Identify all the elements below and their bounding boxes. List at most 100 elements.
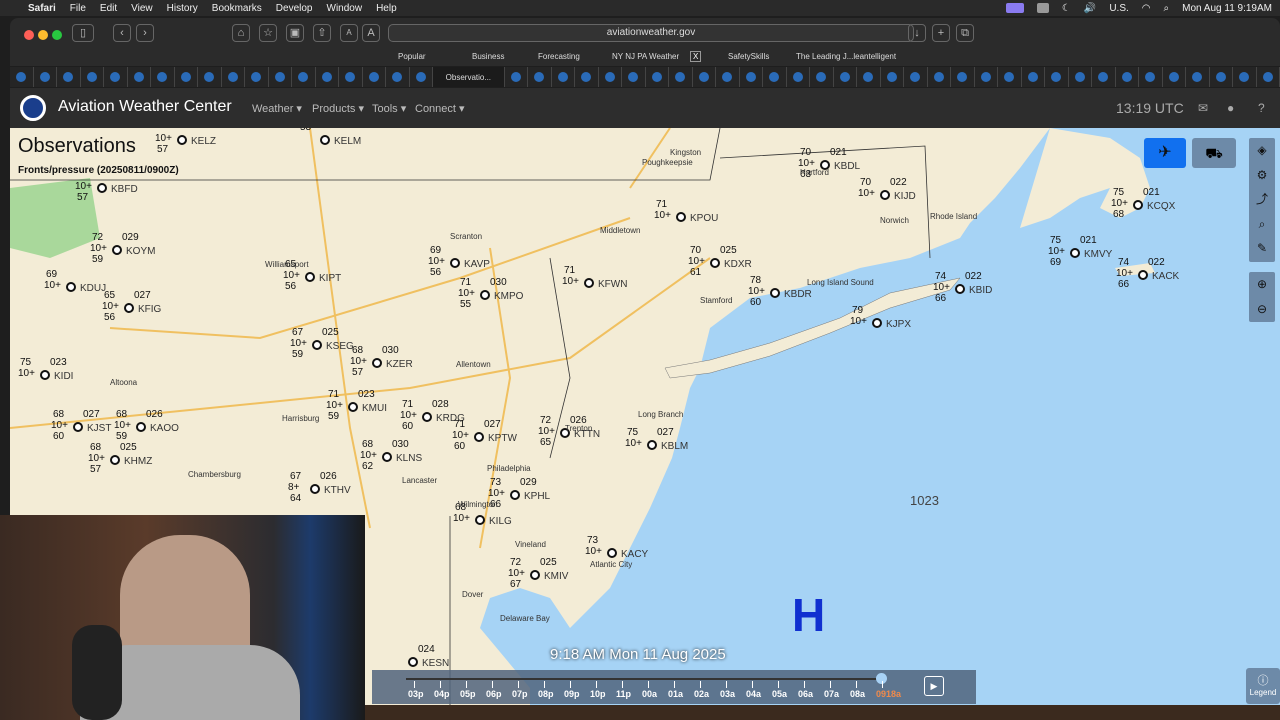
browser-tab[interactable] bbox=[1233, 67, 1257, 87]
browser-tab[interactable] bbox=[339, 67, 363, 87]
time-tick-label[interactable]: 01a bbox=[668, 681, 683, 699]
time-slider[interactable]: 03p 04p 05p 06p 07p 08p 09p 10p 11p 00a 01a 02a 03a 0… bbox=[372, 670, 976, 704]
print-icon[interactable]: ▣ bbox=[286, 24, 304, 42]
time-tick-label[interactable]: 05p bbox=[460, 681, 476, 699]
home-icon[interactable]: ⌂ bbox=[232, 24, 250, 42]
menubar-clock[interactable]: Mon Aug 11 9:19AM bbox=[1182, 3, 1272, 14]
user-icon[interactable]: ● bbox=[1227, 101, 1234, 115]
address-bar[interactable]: aviationweather.gov bbox=[388, 24, 914, 42]
menu-bookmarks[interactable]: Bookmarks bbox=[212, 3, 262, 14]
zoom-window-button[interactable] bbox=[52, 30, 62, 40]
browser-tab[interactable] bbox=[904, 67, 928, 87]
browser-tab[interactable] bbox=[222, 67, 245, 87]
browser-tab[interactable] bbox=[881, 67, 905, 87]
browser-tab[interactable] bbox=[787, 67, 811, 87]
time-tick-label[interactable]: 07p bbox=[512, 681, 528, 699]
browser-tab[interactable] bbox=[1069, 67, 1093, 87]
browser-tab[interactable] bbox=[622, 67, 646, 87]
bookmark-safetyskills[interactable]: SafetySkills bbox=[728, 52, 769, 61]
bookmark-folder-business[interactable]: Business bbox=[472, 52, 504, 61]
downloads-icon[interactable]: ↓ bbox=[908, 24, 926, 42]
browser-tab[interactable] bbox=[552, 67, 576, 87]
browser-tab[interactable] bbox=[34, 67, 57, 87]
time-tick-label[interactable]: 03p bbox=[408, 681, 424, 699]
menu-safari[interactable]: Safari bbox=[28, 3, 56, 14]
search-icon[interactable]: ⌕ bbox=[1164, 3, 1170, 14]
settings-gear-icon[interactable]: ⚙ bbox=[1249, 163, 1275, 188]
route-icon[interactable]: ⤴ bbox=[1249, 187, 1275, 212]
zoom-out-icon[interactable]: ⊖ bbox=[1249, 297, 1275, 322]
menu-file[interactable]: File bbox=[70, 3, 86, 14]
browser-tab[interactable] bbox=[1210, 67, 1234, 87]
menu-develop[interactable]: Develop bbox=[276, 3, 313, 14]
browser-tab[interactable] bbox=[1022, 67, 1046, 87]
nav-tools[interactable]: Tools ▾ bbox=[372, 102, 406, 115]
time-tick-label[interactable]: 11p bbox=[616, 681, 631, 699]
browser-tab[interactable] bbox=[857, 67, 881, 87]
time-tick-label[interactable]: 04a bbox=[746, 681, 761, 699]
time-tick-label[interactable]: 0918a bbox=[876, 681, 901, 699]
share-icon[interactable]: ⇧ bbox=[313, 24, 331, 42]
tab-overview-icon[interactable]: ⧉ bbox=[956, 24, 974, 42]
menu-history[interactable]: History bbox=[167, 3, 198, 14]
time-tick-label[interactable]: 10p bbox=[590, 681, 606, 699]
menu-edit[interactable]: Edit bbox=[100, 3, 117, 14]
app-status-icon[interactable] bbox=[1036, 3, 1049, 13]
bookmark-x-icon[interactable]: X bbox=[690, 51, 702, 62]
browser-tab[interactable] bbox=[1163, 67, 1187, 87]
browser-tab[interactable] bbox=[151, 67, 175, 87]
bookmark-leading[interactable]: The Leading J...leantelligent bbox=[796, 52, 896, 61]
browser-tab[interactable] bbox=[57, 67, 81, 87]
bookmark-folder-popular[interactable]: Popular bbox=[398, 52, 426, 61]
text-smaller-button[interactable]: A bbox=[340, 24, 358, 42]
browser-tab[interactable] bbox=[975, 67, 999, 87]
browser-tab[interactable] bbox=[10, 67, 34, 87]
back-button[interactable]: ‹ bbox=[113, 24, 131, 42]
browser-tab[interactable] bbox=[410, 67, 433, 87]
time-tick-label[interactable]: 07a bbox=[824, 681, 839, 699]
noaa-logo[interactable] bbox=[20, 95, 46, 121]
browser-tab[interactable] bbox=[528, 67, 552, 87]
time-tick-label[interactable]: 02a bbox=[694, 681, 709, 699]
legend-button[interactable]: ⓘ Legend bbox=[1246, 668, 1280, 704]
bookmark-nynjpa-weather[interactable]: NY NJ PA Weather bbox=[612, 52, 679, 61]
browser-tab[interactable] bbox=[245, 67, 269, 87]
menu-help[interactable]: Help bbox=[376, 3, 397, 14]
browser-tab[interactable] bbox=[363, 67, 386, 87]
browser-tab[interactable] bbox=[505, 67, 529, 87]
browser-tab[interactable] bbox=[575, 67, 599, 87]
screen-record-icon[interactable] bbox=[1005, 3, 1024, 13]
nav-products[interactable]: Products ▾ bbox=[312, 102, 364, 115]
browser-tab[interactable] bbox=[1139, 67, 1163, 87]
browser-tab[interactable] bbox=[810, 67, 834, 87]
help-icon[interactable]: ? bbox=[1258, 101, 1265, 115]
browser-tab[interactable] bbox=[740, 67, 764, 87]
time-tick-label[interactable]: 06p bbox=[486, 681, 502, 699]
nav-connect[interactable]: Connect ▾ bbox=[415, 102, 465, 115]
browser-tab[interactable] bbox=[693, 67, 717, 87]
moon-icon[interactable]: ☾ bbox=[1062, 3, 1071, 14]
browser-tab[interactable] bbox=[834, 67, 858, 87]
browser-tab[interactable] bbox=[951, 67, 975, 87]
time-tick-label[interactable]: 08a bbox=[850, 681, 865, 699]
time-tick-label[interactable]: 09p bbox=[564, 681, 580, 699]
minimize-window-button[interactable] bbox=[38, 30, 48, 40]
browser-tab[interactable] bbox=[292, 67, 316, 87]
menu-window[interactable]: Window bbox=[327, 3, 363, 14]
browser-tab[interactable] bbox=[928, 67, 952, 87]
time-tick-label[interactable]: 03a bbox=[720, 681, 735, 699]
time-tick-label[interactable]: 08p bbox=[538, 681, 554, 699]
browser-tab[interactable] bbox=[1257, 67, 1280, 87]
time-tick-label[interactable]: 06a bbox=[798, 681, 813, 699]
mail-icon[interactable]: ✉ bbox=[1198, 101, 1208, 115]
browser-tab[interactable] bbox=[1186, 67, 1210, 87]
sidebar-toggle-icon[interactable]: ▯ bbox=[72, 24, 94, 42]
airplane-mode-button[interactable]: ✈ bbox=[1144, 138, 1186, 168]
browser-tab[interactable] bbox=[1045, 67, 1069, 87]
site-title[interactable]: Aviation Weather Center bbox=[58, 98, 232, 116]
bookmark-star-icon[interactable]: ☆ bbox=[259, 24, 277, 42]
browser-tab[interactable] bbox=[646, 67, 670, 87]
draw-pencil-icon[interactable]: ✎ bbox=[1249, 236, 1275, 261]
browser-tab[interactable] bbox=[1116, 67, 1140, 87]
browser-tab[interactable] bbox=[669, 67, 693, 87]
